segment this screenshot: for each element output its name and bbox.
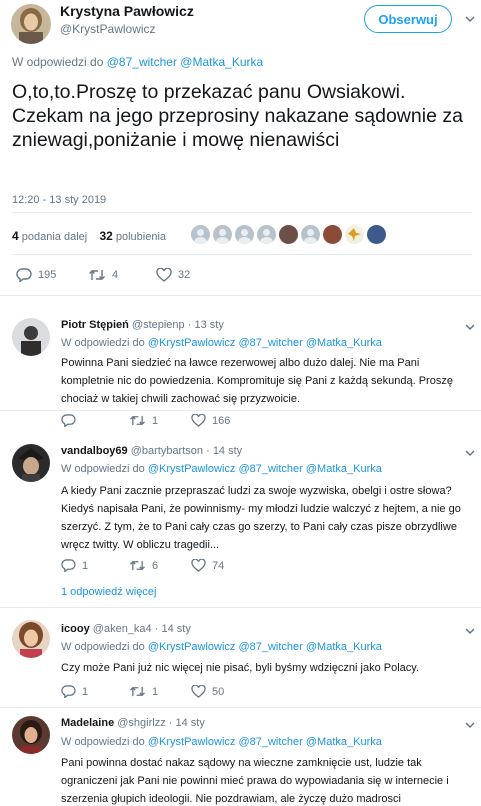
reply-icon — [61, 414, 76, 427]
reply-prefix: W odpowiedzi do — [12, 55, 104, 69]
reply-icon — [61, 685, 76, 698]
avatar[interactable] — [12, 620, 50, 658]
heart-icon — [156, 268, 172, 282]
author-name[interactable]: Krystyna Pawłowicz — [60, 3, 194, 19]
retweet-icon — [89, 270, 105, 280]
liker-avatar[interactable] — [301, 225, 320, 244]
heart-icon — [191, 559, 206, 572]
reply-header: vandalboy69 @bartybartson · 14 sty — [61, 445, 243, 457]
reply-actions: 1 166 — [61, 414, 230, 427]
mention-links[interactable]: @KrystPawlowicz @87_witcher @Matka_Kurka — [148, 641, 382, 653]
reply-header: Madelaine @shgirlzz · 14 sty — [61, 717, 205, 729]
main-tweet: Krystyna Pawłowicz @KrystPawlowicz Obser… — [0, 0, 481, 296]
like-action[interactable]: 166 — [191, 414, 230, 427]
retweet-action[interactable]: 1 — [129, 685, 191, 698]
avatar[interactable] — [12, 716, 50, 754]
chevron-down-icon[interactable] — [464, 13, 476, 25]
reply-action[interactable]: 1 — [61, 685, 129, 698]
reply-date[interactable]: 13 sty — [194, 319, 223, 331]
reply-text: Powinna Pani siedzieć na ławce rezerwowe… — [61, 357, 453, 405]
reply-author-name[interactable]: vandalboy69 — [61, 445, 128, 457]
reply-author-handle[interactable]: @shgirlzz — [117, 717, 165, 729]
reply-tweet: Madelaine @shgirlzz · 14 sty W odpowiedz… — [0, 708, 481, 806]
liker-avatar[interactable] — [323, 225, 342, 244]
reply-to-line: W odpowiedzi do @KrystPawlowicz @87_witc… — [61, 463, 382, 475]
retweet-action[interactable]: 6 — [129, 559, 191, 572]
reply-author-name[interactable]: icooy — [61, 623, 90, 635]
liker-avatar[interactable] — [345, 225, 364, 244]
liker-avatar[interactable] — [367, 225, 386, 244]
reply-date[interactable]: 14 sty — [213, 445, 242, 457]
chevron-down-icon[interactable] — [464, 719, 476, 731]
follow-button[interactable]: Obserwuj — [364, 5, 452, 33]
author-avatar[interactable] — [11, 4, 51, 44]
retweet-icon — [130, 415, 145, 426]
reply-to-line: W odpowiedzi do @87_witcher @Matka_Kurka — [12, 55, 263, 69]
reply-action[interactable] — [61, 414, 129, 427]
liker-avatar[interactable] — [257, 225, 276, 244]
liker-avatar[interactable] — [279, 225, 298, 244]
like-action[interactable]: 50 — [191, 685, 224, 698]
reply-author-handle[interactable]: @stepienp — [132, 319, 185, 331]
tweet-text: O,to,to.Proszę to przekazać panu Owsiako… — [12, 81, 463, 151]
likers-avatars — [191, 225, 386, 244]
reply-text: Czy może Pani już nic więcej nie pisać, … — [61, 662, 420, 674]
retweet-action[interactable]: 1 — [129, 414, 191, 427]
like-action[interactable]: 32 — [156, 268, 190, 282]
reply-author-handle[interactable]: @bartybartson — [131, 445, 203, 457]
reply-tweet: Piotr Stępień @stepienp · 13 sty W odpow… — [0, 306, 481, 427]
mention-links[interactable]: @KrystPawlowicz @87_witcher @Matka_Kurka — [148, 337, 382, 349]
reply-author-name[interactable]: Piotr Stępień — [61, 319, 129, 331]
reply-action[interactable]: 1 — [61, 559, 129, 572]
avatar[interactable] — [12, 444, 50, 482]
tweet-timestamp[interactable]: 12:20 - 13 sty 2019 — [12, 194, 106, 206]
mention-links[interactable]: @KrystPawlowicz @87_witcher @Matka_Kurka — [148, 463, 382, 475]
reply-to-line: W odpowiedzi do @KrystPawlowicz @87_witc… — [61, 641, 382, 653]
liker-avatar[interactable] — [191, 225, 210, 244]
reply-icon — [61, 559, 76, 572]
mention-link[interactable]: @87_witcher — [107, 55, 177, 69]
reply-date[interactable]: 14 sty — [176, 717, 205, 729]
reply-header: Piotr Stępień @stepienp · 13 sty — [61, 319, 224, 331]
reply-author-handle[interactable]: @aken_ka4 — [93, 623, 152, 635]
avatar[interactable] — [12, 318, 50, 356]
retweet-icon — [130, 560, 145, 571]
mention-links[interactable]: @KrystPawlowicz @87_witcher @Matka_Kurka — [148, 736, 382, 748]
engagement-stats: 4 podania dalej 32 polubienia — [12, 229, 166, 243]
retweet-action[interactable]: 4 — [88, 268, 156, 282]
reply-author-name[interactable]: Madelaine — [61, 717, 114, 729]
reply-icon — [16, 268, 32, 282]
liker-avatar[interactable] — [235, 225, 254, 244]
likes-stat[interactable]: 32 polubienia — [99, 229, 166, 243]
like-action[interactable]: 74 — [191, 559, 224, 572]
chevron-down-icon[interactable] — [464, 321, 476, 333]
divider — [12, 212, 472, 213]
reply-to-line: W odpowiedzi do @KrystPawlowicz @87_witc… — [61, 736, 382, 748]
reply-header: icooy @aken_ka4 · 14 sty — [61, 623, 191, 635]
reply-to-line: W odpowiedzi do @KrystPawlowicz @87_witc… — [61, 337, 382, 349]
reply-tweet: vandalboy69 @bartybartson · 14 sty W odp… — [0, 436, 481, 608]
reply-date[interactable]: 14 sty — [161, 623, 190, 635]
heart-icon — [191, 685, 206, 698]
reply-action[interactable]: 195 — [16, 268, 88, 282]
reply-text: A kiedy Pani zacznie przepraszać ludzi z… — [61, 485, 461, 551]
show-more-replies-link[interactable]: 1 odpowiedź więcej — [61, 586, 156, 598]
reply-tweet: icooy @aken_ka4 · 14 sty W odpowiedzi do… — [0, 612, 481, 708]
retweet-icon — [130, 686, 145, 697]
liker-avatar[interactable] — [213, 225, 232, 244]
retweets-stat[interactable]: 4 podania dalej — [12, 229, 87, 243]
reply-text: Pani powinna dostać nakaz sądowy na wiec… — [61, 757, 449, 805]
divider — [12, 254, 472, 255]
reply-actions: 1 1 50 — [61, 685, 224, 698]
author-handle[interactable]: @KrystPawlowicz — [60, 22, 156, 36]
heart-icon — [191, 414, 206, 427]
chevron-down-icon[interactable] — [464, 447, 476, 459]
chevron-down-icon[interactable] — [464, 625, 476, 637]
reply-actions: 1 6 74 — [61, 559, 224, 572]
mention-link[interactable]: @Matka_Kurka — [180, 55, 263, 69]
tweet-actions: 195 4 32 — [16, 268, 190, 282]
